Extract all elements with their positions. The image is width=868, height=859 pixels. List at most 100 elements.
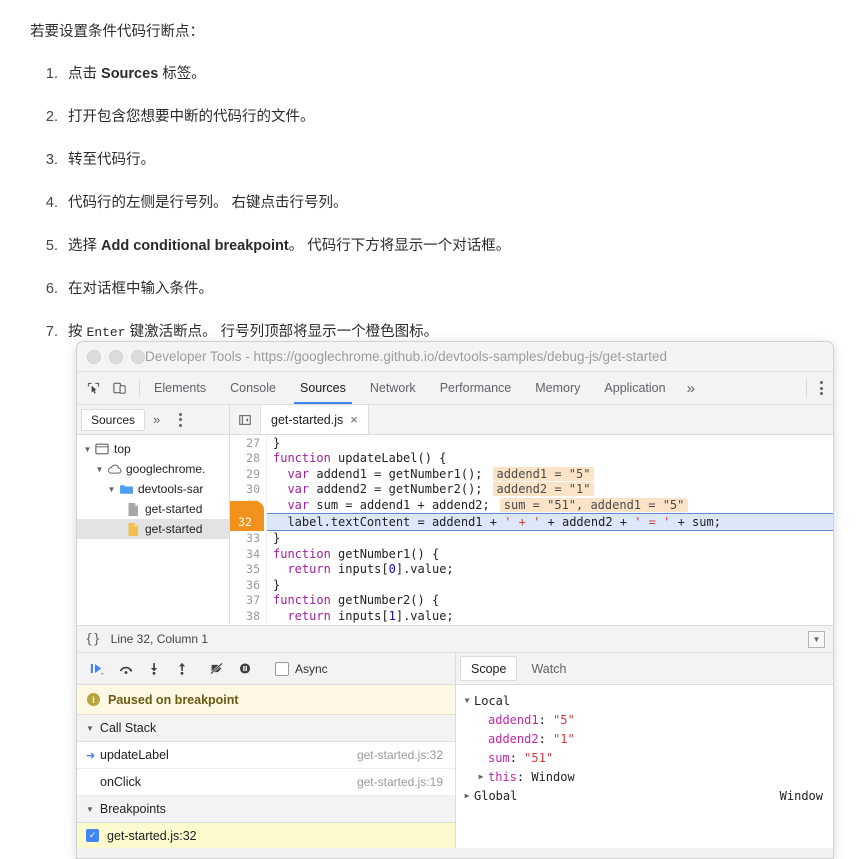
- tree-node-get-started-html[interactable]: get-started: [77, 499, 229, 519]
- breakpoint-enabled-checkbox[interactable]: ✓: [86, 829, 99, 842]
- pretty-print-icon[interactable]: {}: [85, 632, 101, 647]
- tree-node-label: get-started: [145, 502, 203, 516]
- line-number[interactable]: 27: [230, 435, 267, 450]
- code-editor[interactable]: 27 } 28 function updateLabel() { 29 var …: [230, 435, 833, 625]
- tab-elements[interactable]: Elements: [142, 372, 218, 404]
- chevron-right-icon[interactable]: ▶: [460, 791, 474, 800]
- expand-caret-icon[interactable]: ▼: [93, 465, 106, 474]
- resume-script-execution-icon[interactable]: [85, 658, 111, 680]
- step-into-next-function-call-icon[interactable]: [141, 658, 167, 680]
- tree-node-top[interactable]: ▼ top: [77, 439, 229, 459]
- code-line[interactable]: 35 return inputs[0].value;: [230, 562, 833, 578]
- line-number[interactable]: 34: [230, 546, 267, 561]
- scope-group-label: Global: [474, 788, 518, 803]
- code-line[interactable]: 36 }: [230, 577, 833, 593]
- tab-network[interactable]: Network: [358, 372, 428, 404]
- code-line[interactable]: 34 function getNumber1() {: [230, 546, 833, 562]
- navigator-more-chevron-icon[interactable]: »: [145, 412, 168, 427]
- deactivate-breakpoints-icon[interactable]: [204, 658, 230, 680]
- keyboard-key-label: Enter: [86, 325, 126, 341]
- chevron-down-icon[interactable]: ▼: [86, 805, 94, 814]
- scope-group-local[interactable]: ▼ Local: [460, 691, 833, 710]
- devtools-settings-kebab-icon[interactable]: [809, 372, 833, 404]
- chevron-down-icon[interactable]: ▼: [86, 724, 94, 733]
- devtools-window: Developer Tools - https://googlechrome.g…: [76, 341, 834, 859]
- navigator-kebab-icon[interactable]: [168, 412, 192, 427]
- call-stack-frame-current[interactable]: ➜ updateLabel get-started.js:32: [77, 742, 455, 769]
- code-line[interactable]: 37 function getNumber2() {: [230, 593, 833, 609]
- step-over-next-function-call-icon[interactable]: [113, 658, 139, 680]
- tab-scope[interactable]: Scope: [460, 656, 518, 681]
- code-line[interactable]: 30 var addend2 = getNumber2(); addend2 = …: [230, 482, 833, 498]
- line-number[interactable]: 38: [230, 608, 267, 623]
- code-line-paused[interactable]: 32 label.textContent = addend1 + ' + ' +…: [230, 500, 833, 543]
- tab-performance[interactable]: Performance: [428, 372, 524, 404]
- line-number[interactable]: 28: [230, 451, 267, 466]
- line-code: function updateLabel() {: [273, 451, 447, 466]
- line-number[interactable]: 30: [230, 482, 267, 497]
- line-number[interactable]: 37: [230, 593, 267, 608]
- sources-editor-row: ▼ top ▼ googlechrome. ▼ devtools-sar get…: [77, 435, 833, 625]
- line-code: label.textContent = addend1 + ' + ' + ad…: [267, 514, 833, 529]
- call-stack-frame[interactable]: onClick get-started.js:19: [77, 769, 455, 796]
- tab-watch[interactable]: Watch: [521, 656, 576, 681]
- line-code: return inputs[0].value;: [287, 562, 454, 577]
- frame-location: get-started.js:32: [356, 748, 443, 762]
- expand-caret-icon[interactable]: ▼: [81, 445, 94, 454]
- format-toggle-icon[interactable]: ▼: [808, 630, 825, 648]
- tree-node-googlechrome[interactable]: ▼ googlechrome.: [77, 459, 229, 479]
- more-tabs-chevron-icon[interactable]: »: [678, 372, 704, 404]
- call-stack-section-header[interactable]: ▼ Call Stack: [77, 715, 455, 742]
- step-out-of-current-function-icon[interactable]: [169, 658, 195, 680]
- chevron-down-icon[interactable]: ▼: [460, 696, 474, 705]
- code-line[interactable]: 27 }: [230, 435, 833, 451]
- window-icon: [94, 442, 110, 457]
- tree-node-label: top: [114, 442, 131, 456]
- devtools-toolbar-icons: [77, 372, 137, 404]
- toolbar-divider: [139, 379, 140, 397]
- step-text-post: 标签。: [158, 66, 206, 83]
- tab-memory[interactable]: Memory: [523, 372, 592, 404]
- line-number[interactable]: 29: [230, 466, 267, 481]
- async-checkbox-group[interactable]: Async: [275, 661, 328, 676]
- breakpoints-section-header[interactable]: ▼ Breakpoints: [77, 796, 455, 823]
- navigator-tab-sources[interactable]: Sources: [81, 408, 146, 431]
- step-text-bold: Sources: [101, 66, 159, 83]
- chevron-right-icon[interactable]: ▶: [474, 772, 488, 781]
- tree-node-get-started-js[interactable]: get-started: [77, 519, 229, 539]
- code-line[interactable]: 29 var addend1 = getNumber1(); addend1 = …: [230, 466, 833, 482]
- navigator-pane-header: Sources »: [77, 405, 230, 434]
- breakpoint-list-item[interactable]: ✓ get-started.js:32: [77, 823, 455, 848]
- list-item: 点击 Sources 标签。: [62, 64, 868, 85]
- code-line[interactable]: 33 }: [230, 531, 833, 547]
- tree-node-label: devtools-sar: [138, 482, 204, 496]
- code-line[interactable]: 38 return inputs[1].value;: [230, 608, 833, 624]
- line-code: var sum = addend1 + addend2; sum = "51", …: [267, 497, 833, 512]
- expand-caret-icon[interactable]: ▼: [105, 485, 118, 494]
- async-checkbox[interactable]: [275, 661, 289, 676]
- tab-application[interactable]: Application: [592, 372, 677, 404]
- debugger-area: Async i Paused on breakpoint ▼ Call Stac…: [77, 653, 833, 848]
- scope-group-global[interactable]: ▶ Global Window: [460, 786, 833, 805]
- collapse-navigator-icon[interactable]: [230, 405, 261, 434]
- pause-on-exceptions-icon[interactable]: [232, 658, 258, 680]
- inline-value-hint: addend1 = "5": [492, 466, 595, 481]
- device-toolbar-icon[interactable]: [111, 380, 128, 397]
- code-line[interactable]: 31 var sum = addend1 + addend2;sum = "51…: [230, 497, 833, 513]
- tab-sources[interactable]: Sources: [288, 372, 358, 404]
- scope-entry-this[interactable]: ▶ this: Window: [460, 767, 833, 786]
- line-number[interactable]: 36: [230, 577, 267, 592]
- code-line[interactable]: 28 function updateLabel() {: [230, 451, 833, 467]
- scope-entry[interactable]: sum: "51": [460, 748, 833, 767]
- close-icon[interactable]: ×: [350, 412, 358, 427]
- frame-function-name: onClick: [100, 775, 141, 789]
- line-number[interactable]: 35: [230, 562, 267, 577]
- scope-entry[interactable]: addend2: "1": [460, 729, 833, 748]
- scope-entry[interactable]: addend1: "5": [460, 710, 833, 729]
- tab-console[interactable]: Console: [218, 372, 288, 404]
- inspect-element-icon[interactable]: [85, 380, 102, 397]
- list-item: 代码行的左侧是行号列。 右键点击行号列。: [62, 193, 868, 214]
- line-number[interactable]: 33: [230, 531, 267, 546]
- file-tab-get-started-js[interactable]: get-started.js ×: [261, 405, 369, 434]
- tree-node-devtools-samples[interactable]: ▼ devtools-sar: [77, 479, 229, 499]
